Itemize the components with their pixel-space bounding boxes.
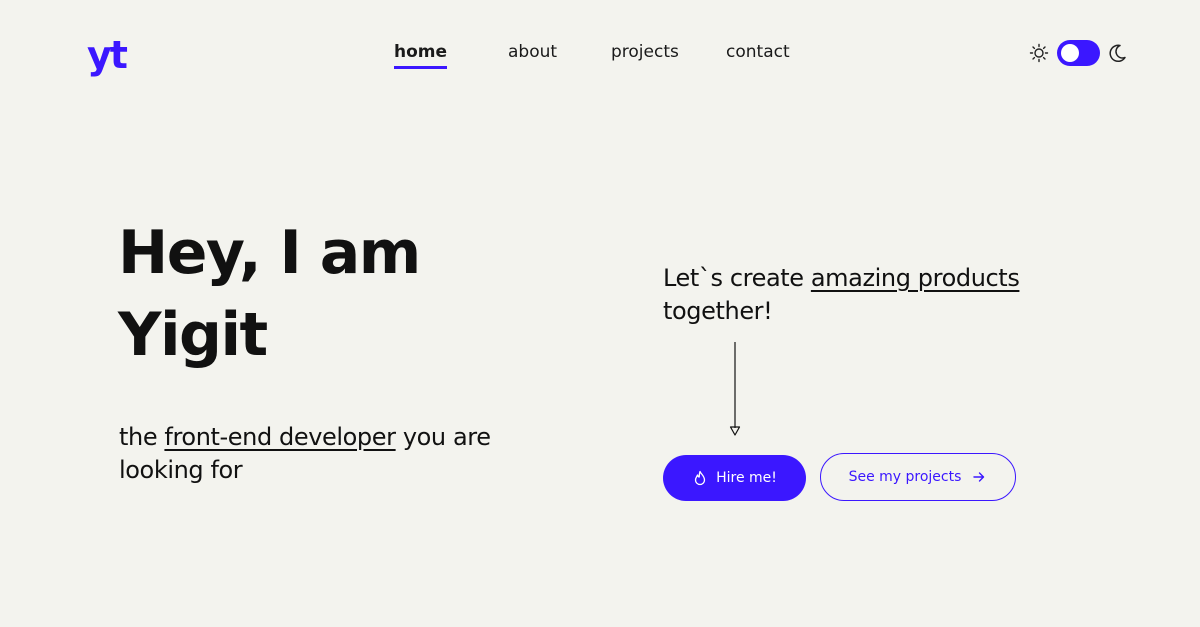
main-nav: home about projects contact	[0, 40, 1200, 70]
active-nav-indicator	[394, 66, 448, 69]
toggle-knob	[1061, 44, 1079, 62]
nav-home[interactable]: home	[394, 40, 448, 69]
nav-about[interactable]: about	[508, 40, 557, 64]
theme-switch	[1029, 40, 1129, 66]
tagline-suffix: together!	[663, 297, 773, 325]
sun-icon[interactable]	[1029, 43, 1049, 63]
hero-title-line-2: Yigit	[118, 300, 268, 370]
subtitle-highlight: front-end developer	[164, 423, 396, 451]
theme-toggle[interactable]	[1057, 40, 1100, 66]
moon-icon[interactable]	[1106, 42, 1128, 64]
arrow-right-icon	[973, 472, 985, 482]
cta-tagline: Let`s create amazing products together!	[663, 262, 1123, 328]
see-projects-button[interactable]: See my projects	[820, 453, 1016, 501]
tagline-highlight: amazing products	[810, 264, 1020, 292]
hire-me-label: Hire me!	[716, 470, 777, 486]
nav-home-label: home	[394, 42, 448, 62]
hero-title: Hey, I am Yigit	[118, 212, 421, 376]
hero-subtitle: the front-end developer you are looking …	[119, 421, 579, 487]
see-projects-label: See my projects	[848, 469, 962, 485]
down-arrow-icon	[729, 342, 741, 436]
nav-projects[interactable]: projects	[611, 40, 679, 64]
flame-icon	[694, 470, 706, 486]
page: yt home about projects contact Hey, I am…	[0, 0, 1200, 627]
hero-title-line-1: Hey, I am	[118, 218, 421, 288]
hire-me-button[interactable]: Hire me!	[663, 455, 806, 501]
tagline-prefix: Let`s create	[663, 264, 811, 292]
nav-contact[interactable]: contact	[726, 40, 790, 64]
subtitle-prefix: the	[119, 423, 165, 451]
